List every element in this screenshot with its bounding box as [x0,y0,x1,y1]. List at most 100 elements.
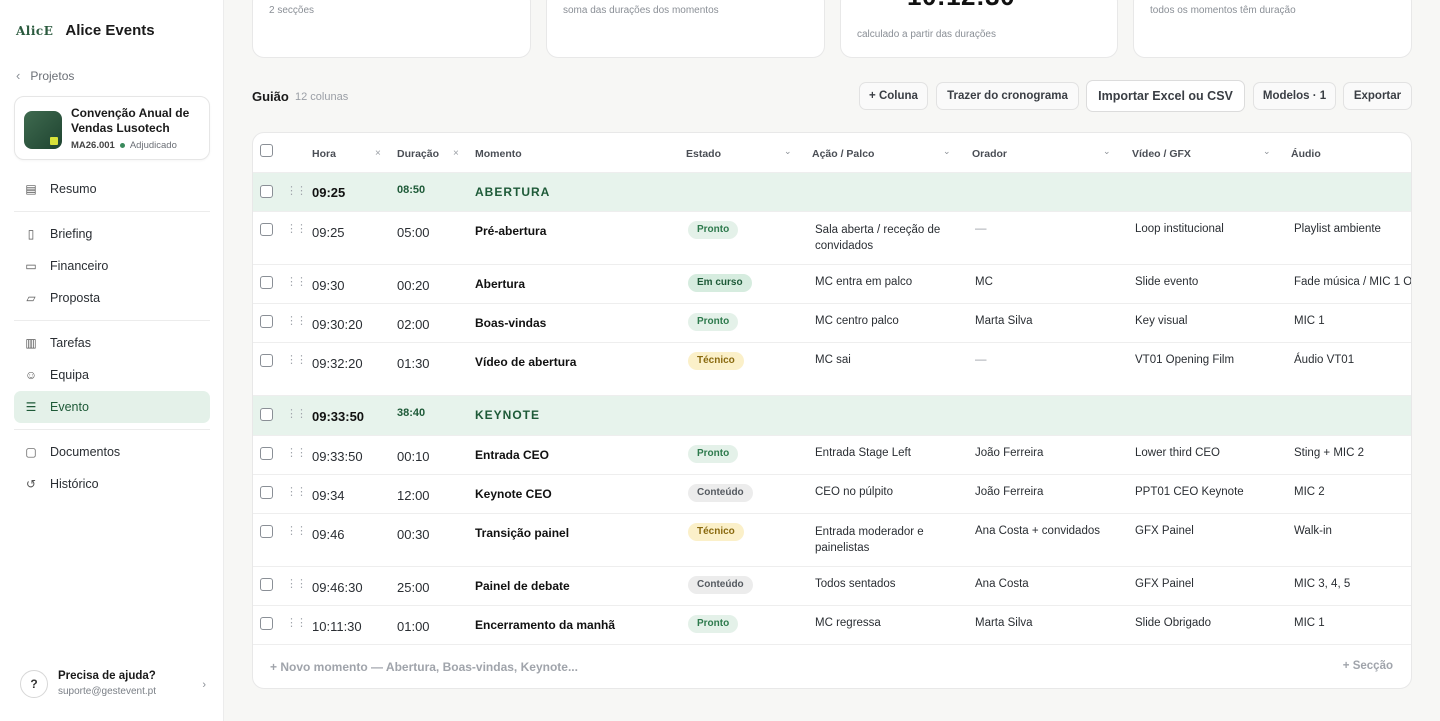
cell-duracao[interactable]: 12:00 [397,488,430,503]
cell-video[interactable]: VT01 Opening Film [1135,354,1234,366]
status-badge[interactable]: Pronto [688,313,739,331]
bring-schedule-button[interactable]: Trazer do cronograma [936,82,1079,110]
chevron-down-icon[interactable]: ⌄ [784,146,792,157]
cell-hora[interactable]: 09:25 [312,225,345,240]
table-row[interactable]: ⋮⋮ 09:30:20 02:00 Boas-vindas Pronto MC … [253,304,1411,343]
table-row[interactable]: ⋮⋮ 09:46 00:30 Transição painel Técnico … [253,514,1411,567]
drag-handle-icon[interactable]: ⋮⋮ [286,275,307,288]
add-column-button[interactable]: + Coluna [859,82,928,110]
cell-video[interactable]: GFX Painel [1135,525,1194,537]
section-row[interactable]: ⋮⋮ 09:25 08:50 ABERTURA [253,173,1411,212]
cell-momento[interactable]: Abertura [475,277,525,291]
select-all-checkbox[interactable] [260,144,273,157]
drag-handle-icon[interactable]: ⋮⋮ [286,222,307,235]
row-checkbox[interactable] [260,408,273,421]
remove-column-icon[interactable]: × [375,148,381,159]
brand[interactable]: AlicE Alice Events [16,22,155,39]
drag-handle-icon[interactable]: ⋮⋮ [286,616,307,629]
cell-orador[interactable]: Ana Costa [975,578,1029,590]
col-header-hora[interactable]: Hora [312,148,336,160]
sidebar-item-financeiro[interactable]: ▭ Financeiro [14,250,210,282]
chevron-down-icon[interactable]: ⌄ [1103,146,1111,157]
cell-audio[interactable]: Sting + MIC 2 [1294,447,1364,459]
row-checkbox[interactable] [260,525,273,538]
status-badge[interactable]: Pronto [688,221,739,239]
col-header-orador[interactable]: Orador [972,148,1007,160]
import-button[interactable]: Importar Excel ou CSV [1086,80,1245,112]
cell-orador[interactable]: Marta Silva [975,315,1033,327]
cell-hora[interactable]: 09:46:30 [312,580,363,595]
status-badge[interactable]: Técnico [688,523,744,541]
row-checkbox[interactable] [260,578,273,591]
row-checkbox[interactable] [260,276,273,289]
col-header-acao[interactable]: Ação / Palco [812,148,874,160]
row-checkbox[interactable] [260,315,273,328]
sidebar-item-proposta[interactable]: ▱ Proposta [14,282,210,314]
cell-acao[interactable]: Sala aberta / receção de convidados [815,222,955,254]
cell-hora[interactable]: 09:32:20 [312,356,363,371]
cell-acao[interactable]: MC centro palco [815,315,899,327]
cell-video[interactable]: PPT01 CEO Keynote [1135,486,1244,498]
back-to-projects-link[interactable]: ‹ Projetos [16,68,74,83]
cell-audio[interactable]: Playlist ambiente [1294,223,1381,235]
cell-video[interactable]: Slide evento [1135,276,1198,288]
cell-orador[interactable]: MC [975,276,993,288]
cell-hora[interactable]: 10:11:30 [312,619,362,634]
status-badge[interactable]: Conteúdo [688,484,753,502]
cell-acao[interactable]: MC entra em palco [815,276,912,288]
drag-handle-icon[interactable]: ⋮⋮ [286,485,307,498]
table-row[interactable]: ⋮⋮ 09:33:50 00:10 Entrada CEO Pronto Ent… [253,436,1411,475]
section-row[interactable]: ⋮⋮ 09:33:50 38:40 KEYNOTE [253,396,1411,436]
cell-momento[interactable]: Boas-vindas [475,316,546,330]
cell-acao[interactable]: Entrada Stage Left [815,447,911,459]
sidebar-item-documentos[interactable]: ▢ Documentos [14,436,210,468]
table-row[interactable]: ⋮⋮ 09:32:20 01:30 Vídeo de abertura Técn… [253,343,1411,396]
cell-duracao[interactable]: 02:00 [397,317,430,332]
cell-momento[interactable]: Keynote CEO [475,487,552,501]
cell-duracao[interactable]: 01:00 [397,619,430,634]
cell-momento[interactable]: Painel de debate [475,579,570,593]
drag-handle-icon[interactable]: ⋮⋮ [286,184,307,197]
drag-handle-icon[interactable]: ⋮⋮ [286,446,307,459]
new-moment-input[interactable]: + Novo momento — Abertura, Boas-vindas, … [270,660,578,674]
cell-video[interactable]: Loop institucional [1135,223,1224,235]
cell-acao[interactable]: Todos sentados [815,578,896,590]
table-row[interactable]: ⋮⋮ 09:34 12:00 Keynote CEO Conteúdo CEO … [253,475,1411,514]
cell-duracao[interactable]: 01:30 [397,356,430,371]
table-row[interactable]: ⋮⋮ 09:46:30 25:00 Painel de debate Conte… [253,567,1411,606]
sidebar-item-historico[interactable]: ↺ Histórico [14,468,210,500]
status-badge[interactable]: Pronto [688,445,739,463]
cell-orador[interactable]: João Ferreira [975,447,1043,459]
cell-duracao[interactable]: 25:00 [397,580,430,595]
cell-audio[interactable]: MIC 2 [1294,486,1325,498]
cell-orador[interactable]: Ana Costa + convidados [975,525,1100,537]
cell-duracao[interactable]: 05:00 [397,225,430,240]
cell-hora[interactable]: 09:30 [312,278,345,293]
cell-audio[interactable]: MIC 1 [1294,315,1325,327]
cell-orador[interactable]: — [975,223,987,235]
cell-orador[interactable]: Marta Silva [975,617,1033,629]
status-badge[interactable]: Pronto [688,615,739,633]
drag-handle-icon[interactable]: ⋮⋮ [286,353,307,366]
cell-audio[interactable]: MIC 3, 4, 5 [1294,578,1350,590]
drag-handle-icon[interactable]: ⋮⋮ [286,577,307,590]
cell-audio[interactable]: Walk-in [1294,525,1332,537]
cell-audio[interactable]: Fade música / MIC 1 ON [1294,276,1411,288]
row-checkbox[interactable] [260,486,273,499]
drag-handle-icon[interactable]: ⋮⋮ [286,524,307,537]
cell-momento[interactable]: Pré-abertura [475,224,546,238]
table-row[interactable]: ⋮⋮ 09:30 00:20 Abertura Em curso MC entr… [253,265,1411,304]
cell-hora[interactable]: 09:30:20 [312,317,363,332]
section-name[interactable]: KEYNOTE [475,408,540,422]
templates-button[interactable]: Modelos · 1 [1253,82,1336,110]
col-header-momento[interactable]: Momento [475,148,522,160]
cell-video[interactable]: GFX Painel [1135,578,1194,590]
cell-acao[interactable]: MC sai [815,354,851,366]
col-header-duracao[interactable]: Duração [397,148,439,160]
drag-handle-icon[interactable]: ⋮⋮ [286,407,307,420]
cell-hora[interactable]: 09:46 [312,527,345,542]
col-header-audio[interactable]: Áudio [1291,148,1321,160]
cell-video[interactable]: Key visual [1135,315,1187,327]
cell-momento[interactable]: Transição painel [475,526,569,540]
table-row[interactable]: ⋮⋮ 09:25 05:00 Pré-abertura Pronto Sala … [253,212,1411,265]
